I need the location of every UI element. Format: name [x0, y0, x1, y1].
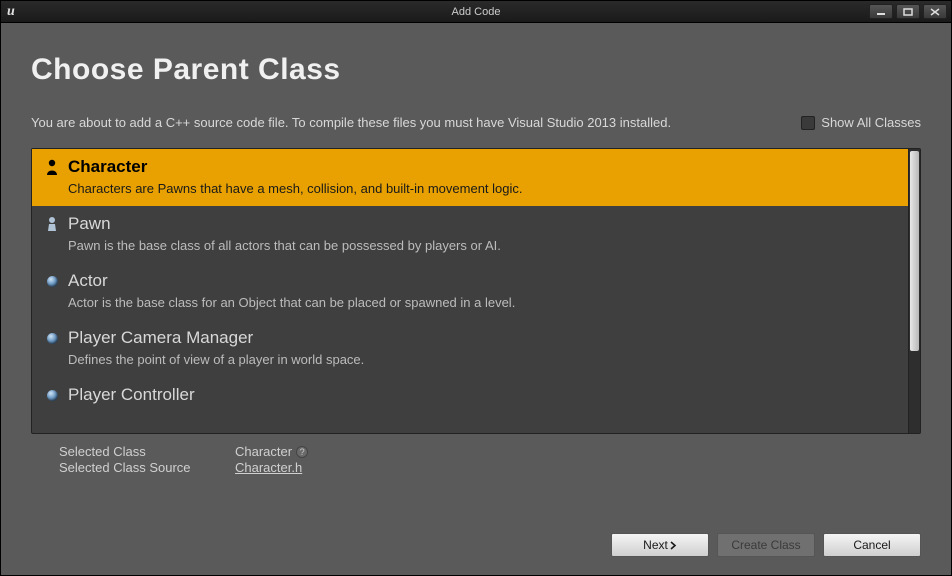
- next-button-label: Next: [643, 538, 668, 552]
- class-desc: Defines the point of view of a player in…: [68, 352, 896, 367]
- create-class-button[interactable]: Create Class: [717, 533, 815, 557]
- scrollbar[interactable]: [908, 149, 920, 433]
- class-item-character[interactable]: Character Characters are Pawns that have…: [32, 149, 908, 206]
- show-all-label: Show All Classes: [821, 115, 921, 130]
- class-list: Character Characters are Pawns that have…: [32, 149, 908, 433]
- character-icon: [44, 159, 60, 175]
- cancel-button[interactable]: Cancel: [823, 533, 921, 557]
- create-class-label: Create Class: [731, 538, 800, 552]
- sphere-icon: [44, 273, 60, 289]
- selected-class-label: Selected Class: [59, 444, 229, 459]
- scroll-thumb[interactable]: [910, 151, 919, 351]
- chevron-right-icon: [670, 541, 677, 550]
- maximize-icon: [903, 8, 913, 16]
- checkbox-icon: [801, 116, 815, 130]
- footer-buttons: Next Create Class Cancel: [31, 515, 921, 557]
- window-controls: [869, 4, 951, 19]
- close-icon: [930, 8, 940, 16]
- maximize-button[interactable]: [896, 4, 920, 19]
- titlebar: u Add Code: [1, 1, 951, 23]
- help-icon[interactable]: ?: [296, 446, 308, 458]
- selected-source-link[interactable]: Character.h: [235, 460, 921, 475]
- minimize-icon: [876, 8, 886, 16]
- selected-class-value: Character ?: [235, 444, 921, 459]
- class-desc: Actor is the base class for an Object th…: [68, 295, 896, 310]
- pawn-icon: [44, 216, 60, 232]
- class-desc: Pawn is the base class of all actors tha…: [68, 238, 896, 253]
- class-name: Character: [68, 157, 147, 177]
- class-item-player-controller[interactable]: Player Controller: [32, 377, 908, 415]
- class-item-player-camera-manager[interactable]: Player Camera Manager Defines the point …: [32, 320, 908, 377]
- minimize-button[interactable]: [869, 4, 893, 19]
- selected-class-info: Selected Class Character ? Selected Clas…: [59, 444, 921, 475]
- dialog-content: Choose Parent Class You are about to add…: [1, 23, 951, 575]
- class-name: Pawn: [68, 214, 111, 234]
- info-text: You are about to add a C++ source code f…: [31, 115, 671, 130]
- class-item-actor[interactable]: Actor Actor is the base class for an Obj…: [32, 263, 908, 320]
- page-title: Choose Parent Class: [31, 53, 921, 87]
- close-button[interactable]: [923, 4, 947, 19]
- sphere-icon: [44, 387, 60, 403]
- unreal-logo-icon: u: [7, 4, 15, 20]
- show-all-classes-toggle[interactable]: Show All Classes: [801, 115, 921, 130]
- class-name: Player Controller: [68, 385, 195, 405]
- window-title: Add Code: [1, 6, 951, 18]
- next-button[interactable]: Next: [611, 533, 709, 557]
- add-code-window: u Add Code Choose Parent Class You are a…: [0, 0, 952, 576]
- class-item-pawn[interactable]: Pawn Pawn is the base class of all actor…: [32, 206, 908, 263]
- cancel-button-label: Cancel: [853, 538, 890, 552]
- sphere-icon: [44, 330, 60, 346]
- selected-source-label: Selected Class Source: [59, 460, 229, 475]
- class-name: Player Camera Manager: [68, 328, 253, 348]
- info-row: You are about to add a C++ source code f…: [31, 115, 921, 130]
- class-name: Actor: [68, 271, 108, 291]
- class-list-container: Character Characters are Pawns that have…: [31, 148, 921, 434]
- class-desc: Characters are Pawns that have a mesh, c…: [68, 181, 896, 196]
